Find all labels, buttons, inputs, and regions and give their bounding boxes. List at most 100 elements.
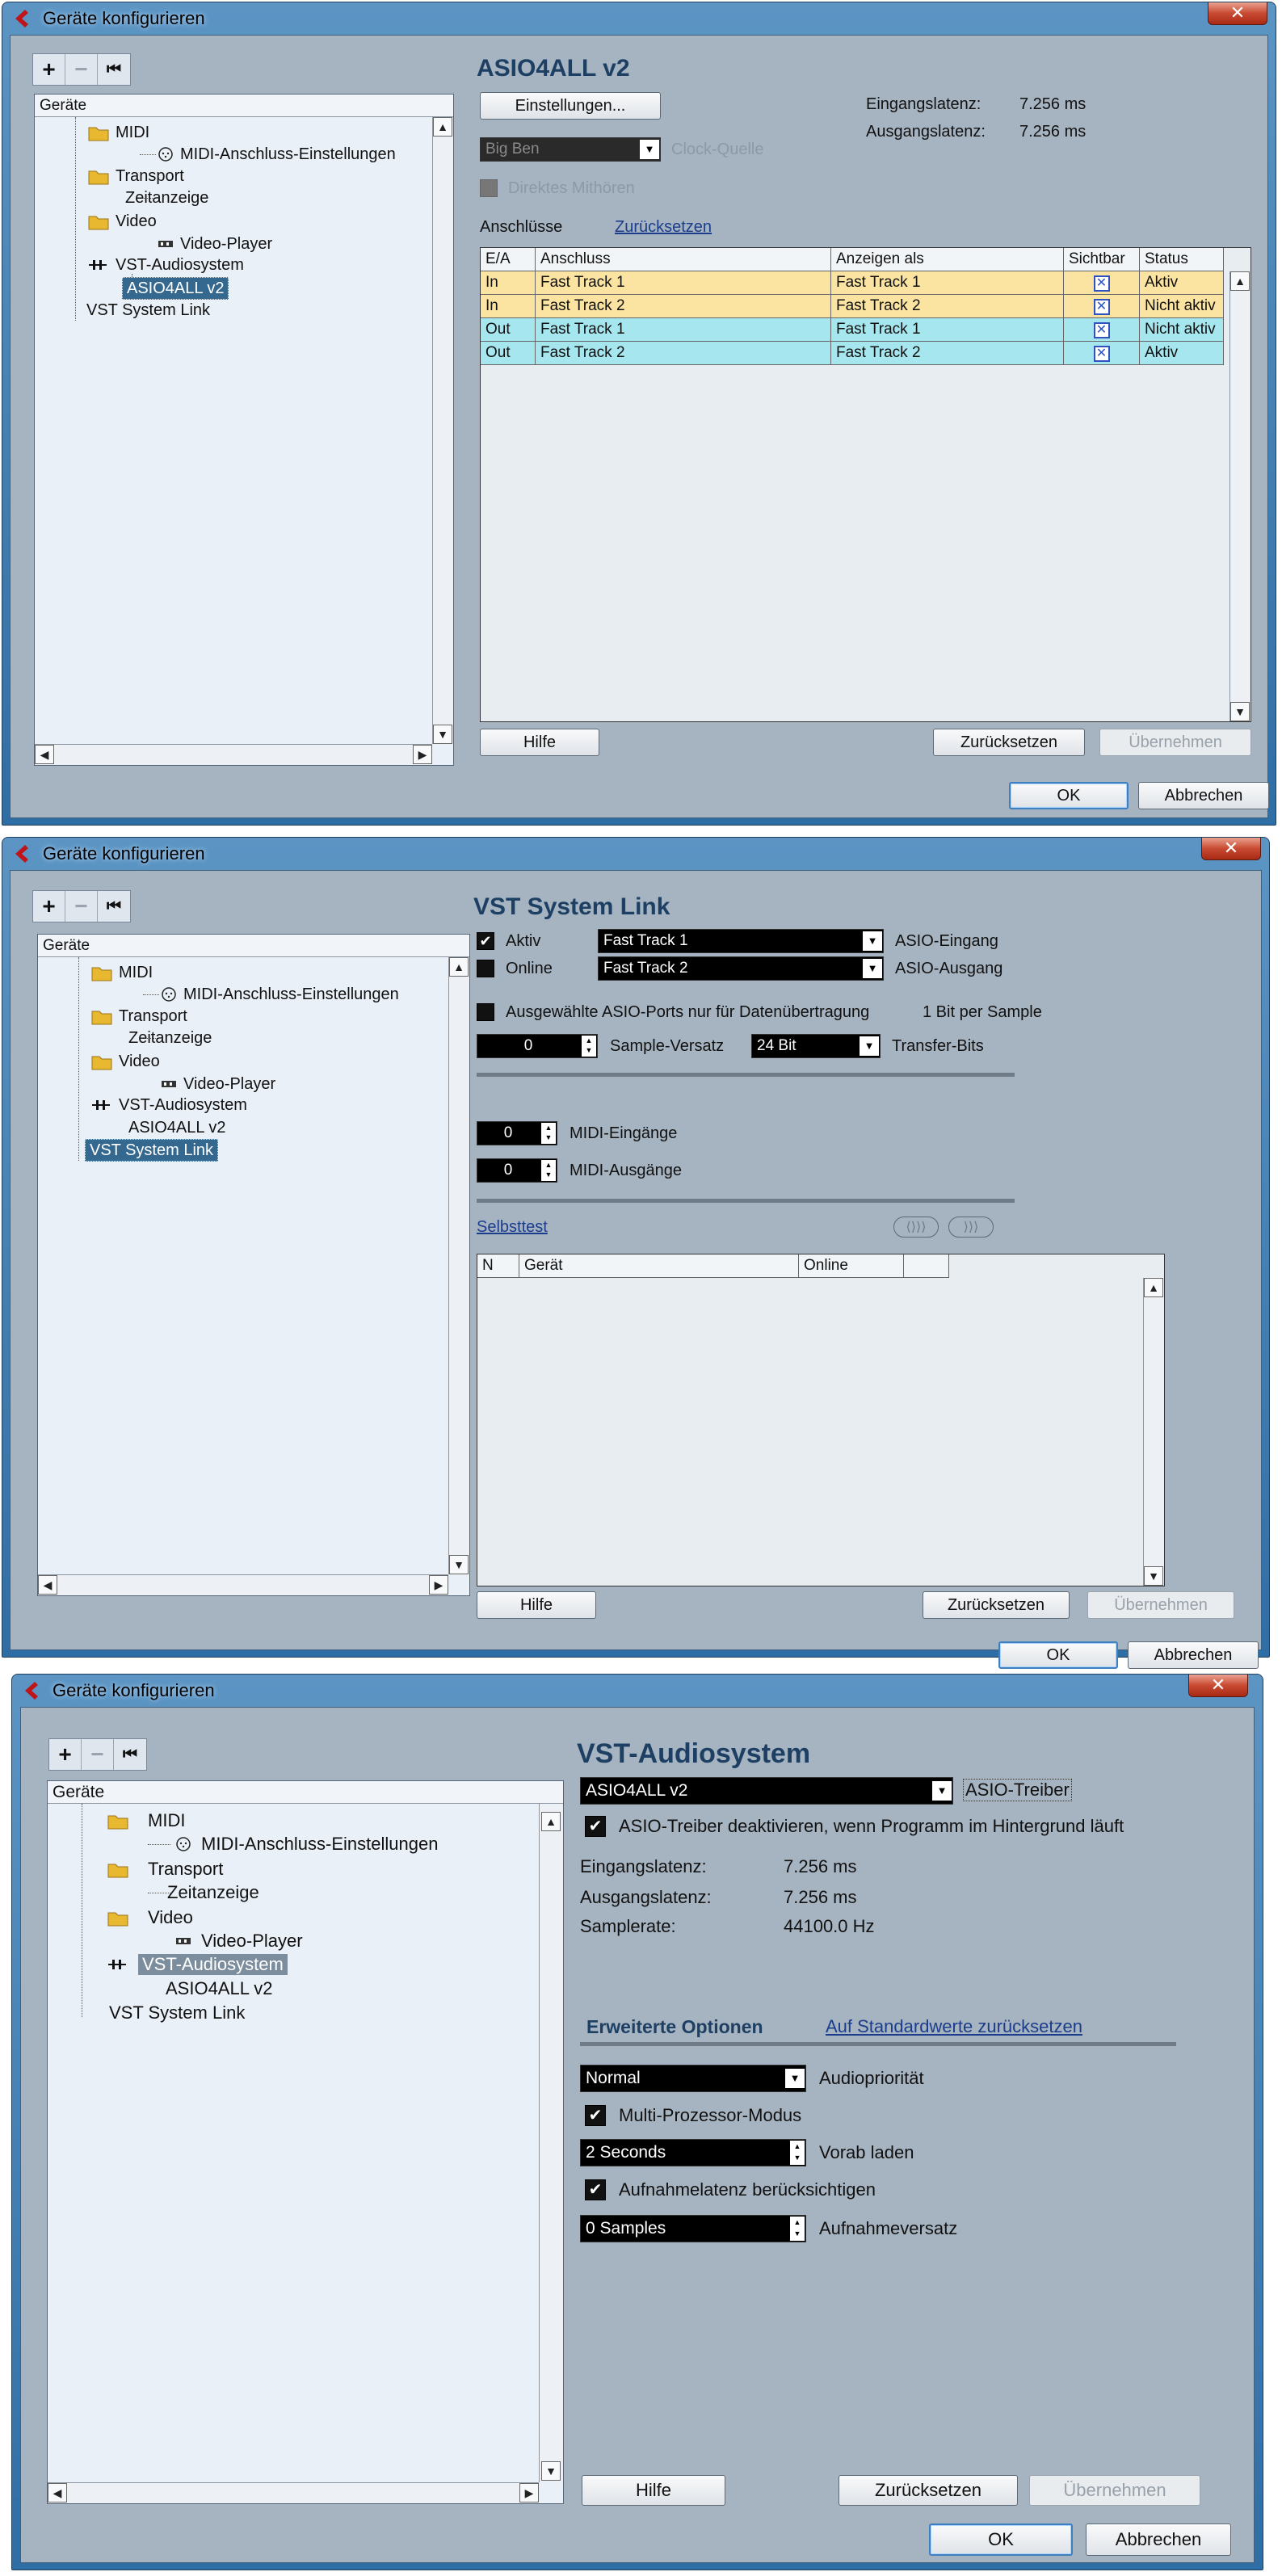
cell-show-as[interactable]: Fast Track 1	[831, 271, 1064, 295]
table-row[interactable]: Out Fast Track 1 Fast Track 1 ✕ Nicht ak…	[481, 318, 1224, 342]
tree-item-time-display[interactable]: Zeitanzeige	[167, 1882, 259, 1903]
add-device-button[interactable]: +	[49, 1739, 82, 1770]
close-button[interactable]: ✕	[1208, 2, 1267, 25]
scroll-down-arrow[interactable]: ▼	[1144, 1566, 1163, 1586]
tree-item-transport[interactable]: Transport	[116, 166, 184, 187]
scroll-down-arrow[interactable]: ▼	[1230, 702, 1250, 721]
tree-item-vst-system-link[interactable]: VST System Link	[109, 2002, 245, 2023]
title-bar[interactable]: Geräte konfigurieren ✕	[12, 1675, 1263, 1707]
tree-item-time-display[interactable]: Zeitanzeige	[125, 187, 208, 208]
help-button[interactable]: Hilfe	[582, 2475, 725, 2506]
column-header-io[interactable]: E/A	[481, 248, 536, 271]
tree-item-video-player[interactable]: Video-Player	[201, 1931, 303, 1952]
tree-horizontal-scrollbar[interactable]: ◀ ▶	[35, 744, 432, 765]
help-button[interactable]: Hilfe	[480, 729, 599, 756]
tree-vertical-scrollbar[interactable]: ▲ ▼	[448, 957, 469, 1574]
visible-checkbox[interactable]: ✕	[1093, 322, 1110, 338]
column-header-device[interactable]: Gerät	[519, 1254, 799, 1278]
tree-item-midi-port-setup[interactable]: MIDI-Anschluss-Einstellungen	[180, 144, 396, 165]
tree-item-midi[interactable]: MIDI	[148, 1810, 185, 1831]
remove-device-button[interactable]: −	[65, 54, 98, 85]
scroll-right-arrow[interactable]: ▶	[413, 745, 432, 764]
direct-monitoring-checkbox[interactable]	[480, 179, 498, 197]
tree-item-video[interactable]: Video	[116, 211, 157, 232]
title-bar[interactable]: Geräte konfigurieren ✕	[2, 2, 1276, 35]
cell-show-as[interactable]: Fast Track 1	[831, 318, 1064, 342]
help-button[interactable]: Hilfe	[477, 1591, 596, 1619]
reset-device-button[interactable]: ⏮	[114, 1739, 146, 1770]
add-device-button[interactable]: +	[33, 54, 65, 85]
transfer-bits-select[interactable]: 24 Bit ▼	[751, 1034, 881, 1058]
add-device-button[interactable]: +	[33, 891, 65, 922]
reset-button[interactable]: Zurücksetzen	[839, 2475, 1018, 2506]
cancel-button[interactable]: Abbrechen	[1086, 2523, 1231, 2556]
ok-button[interactable]: OK	[998, 1641, 1118, 1669]
tree-vertical-scrollbar[interactable]: ▲ ▼	[539, 1804, 563, 2482]
settings-button[interactable]: Einstellungen...	[480, 92, 661, 120]
scroll-up-arrow[interactable]: ▲	[433, 117, 452, 137]
tree-item-midi[interactable]: MIDI	[116, 122, 149, 143]
reset-device-button[interactable]: ⏮	[98, 891, 130, 922]
visible-checkbox[interactable]: ✕	[1093, 275, 1110, 292]
column-header-port[interactable]: Anschluss	[536, 248, 831, 271]
selftest-link[interactable]: Selbsttest	[477, 1218, 548, 1237]
asio-input-select[interactable]: Fast Track 1 ▼	[598, 929, 884, 953]
tree-item-vst-audio-system[interactable]: VST-Audiosystem	[138, 1954, 288, 1975]
ports-reset-link[interactable]: Zurücksetzen	[615, 218, 712, 237]
table-vertical-scrollbar[interactable]: ▲ ▼	[1229, 271, 1250, 721]
midi-inputs-stepper[interactable]: 0 ▲ ▼	[477, 1121, 557, 1145]
tree-horizontal-scrollbar[interactable]: ◀ ▶	[48, 2482, 539, 2503]
asio-driver-label[interactable]: ASIO-Treiber	[963, 1779, 1072, 1801]
reset-device-button[interactable]: ⏮	[98, 54, 130, 85]
tree-item-transport[interactable]: Transport	[119, 1006, 187, 1027]
scroll-down-arrow[interactable]: ▼	[433, 725, 452, 744]
column-header-visible[interactable]: Sichtbar	[1064, 248, 1140, 271]
tree-item-vst-system-link[interactable]: VST System Link	[86, 300, 210, 321]
asio-driver-select[interactable]: ASIO4ALL v2 ▼	[580, 1777, 953, 1805]
scroll-up-arrow[interactable]: ▲	[541, 1812, 561, 1831]
apply-button[interactable]: Übernehmen	[1099, 729, 1251, 756]
close-button[interactable]: ✕	[1188, 1675, 1248, 1697]
data-only-checkbox[interactable]	[477, 1003, 494, 1021]
reset-button[interactable]: Zurücksetzen	[923, 1591, 1070, 1619]
device-tree[interactable]: Geräte MIDI MIDI-Anschluss-Einstellungen…	[47, 1780, 564, 2504]
scroll-right-arrow[interactable]: ▶	[519, 2483, 539, 2502]
stepper-arrows-icon[interactable]: ▲ ▼	[541, 1123, 556, 1144]
ok-button[interactable]: OK	[1009, 782, 1129, 809]
network-forward-icon[interactable]: ⟨⟩⟩⟩	[893, 1217, 939, 1238]
column-header-status[interactable]: Status	[1140, 248, 1224, 271]
asio-output-select[interactable]: Fast Track 2 ▼	[598, 956, 884, 981]
tree-item-asio4all[interactable]: ASIO4ALL v2	[166, 1978, 272, 1999]
stepper-arrows-icon[interactable]: ▲ ▼	[790, 2141, 805, 2165]
apply-button[interactable]: Übernehmen	[1029, 2475, 1200, 2506]
ports-table[interactable]: E/A Anschluss Anzeigen als Sichtbar Stat…	[480, 247, 1251, 722]
cancel-button[interactable]: Abbrechen	[1128, 1641, 1259, 1669]
remove-device-button[interactable]: −	[65, 891, 98, 922]
tree-item-video-player[interactable]: Video-Player	[183, 1074, 275, 1095]
remove-device-button[interactable]: −	[82, 1739, 114, 1770]
scroll-down-arrow[interactable]: ▼	[541, 2461, 561, 2481]
reset-button[interactable]: Zurücksetzen	[933, 729, 1085, 756]
table-vertical-scrollbar[interactable]: ▲ ▼	[1143, 1278, 1164, 1586]
tree-item-asio4all[interactable]: ASIO4ALL v2	[128, 1117, 225, 1138]
multiprocessor-checkbox[interactable]: ✔	[585, 2105, 606, 2126]
visible-checkbox[interactable]: ✕	[1093, 299, 1110, 315]
table-row[interactable]: In Fast Track 2 Fast Track 2 ✕ Nicht akt…	[481, 295, 1224, 318]
device-tree[interactable]: Geräte MIDI MIDI-Anschluss-Einstellungen…	[37, 934, 470, 1596]
table-row[interactable]: Out Fast Track 2 Fast Track 2 ✕ Aktiv	[481, 342, 1224, 365]
network-skip-icon[interactable]: ⟩⟩⟩	[948, 1217, 994, 1238]
scroll-left-arrow[interactable]: ◀	[38, 1575, 57, 1595]
tree-horizontal-scrollbar[interactable]: ◀ ▶	[38, 1574, 448, 1595]
deactivate-driver-checkbox[interactable]: ✔	[585, 1816, 606, 1837]
scroll-left-arrow[interactable]: ◀	[48, 2483, 67, 2502]
active-checkbox[interactable]: ✔	[477, 932, 494, 950]
ok-button[interactable]: OK	[929, 2523, 1073, 2556]
preload-stepper[interactable]: 2 Seconds ▲ ▼	[580, 2139, 806, 2166]
reset-defaults-link[interactable]: Auf Standardwerte zurücksetzen	[826, 2016, 1082, 2037]
title-bar[interactable]: Geräte konfigurieren ✕	[2, 838, 1269, 870]
tree-item-asio4all[interactable]: ASIO4ALL v2	[122, 277, 229, 300]
column-header-n[interactable]: N	[477, 1254, 519, 1278]
tab-advanced-options[interactable]: Erweiterte Optionen	[586, 2016, 763, 2038]
stepper-arrows-icon[interactable]: ▲ ▼	[582, 1036, 596, 1057]
tree-vertical-scrollbar[interactable]: ▲ ▼	[432, 117, 453, 744]
